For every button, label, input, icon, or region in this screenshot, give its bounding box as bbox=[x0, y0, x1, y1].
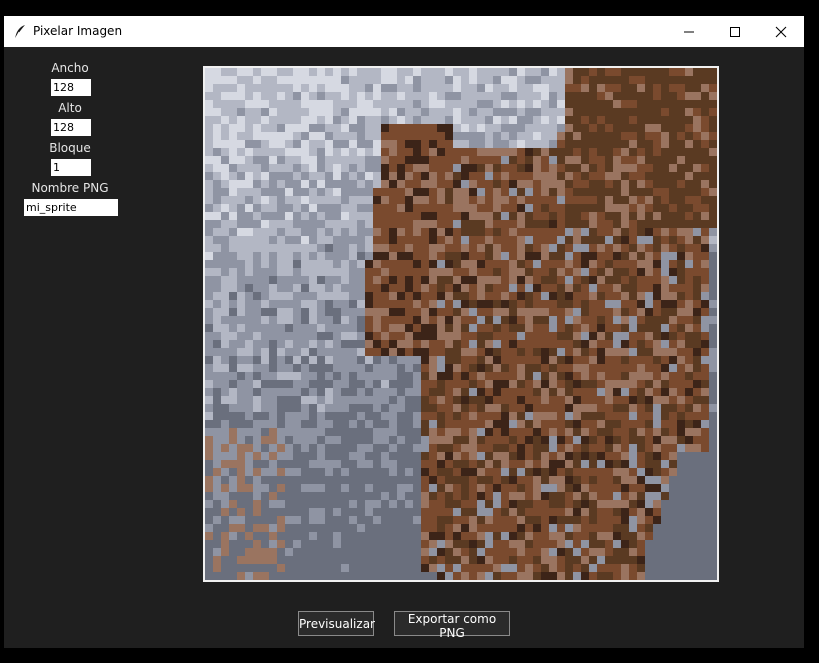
minimize-icon bbox=[684, 31, 694, 33]
maximize-icon bbox=[730, 27, 740, 37]
title-bar[interactable]: Pixelar Imagen bbox=[4, 16, 804, 47]
nombre-png-label: Nombre PNG bbox=[31, 181, 109, 195]
maximize-button[interactable] bbox=[712, 16, 758, 47]
window-title: Pixelar Imagen bbox=[33, 24, 123, 38]
bloque-input[interactable] bbox=[51, 159, 91, 176]
nombre-png-input[interactable] bbox=[24, 199, 118, 216]
minimize-button[interactable] bbox=[666, 16, 712, 47]
bloque-label: Bloque bbox=[49, 141, 91, 155]
pixelated-dragon-image bbox=[205, 68, 717, 580]
preview-canvas bbox=[203, 66, 719, 582]
alto-input[interactable] bbox=[51, 119, 91, 136]
ancho-input[interactable] bbox=[51, 79, 91, 96]
export-png-button[interactable]: Exportar como PNG bbox=[394, 611, 510, 640]
alto-label: Alto bbox=[58, 101, 82, 115]
feather-icon bbox=[13, 24, 27, 40]
close-icon bbox=[775, 26, 787, 38]
ancho-label: Ancho bbox=[51, 61, 89, 75]
app-window: Pixelar Imagen Ancho Alto Bloque Nombre … bbox=[4, 16, 804, 648]
close-button[interactable] bbox=[758, 16, 804, 47]
preview-button[interactable]: Previsualizar bbox=[298, 611, 375, 636]
